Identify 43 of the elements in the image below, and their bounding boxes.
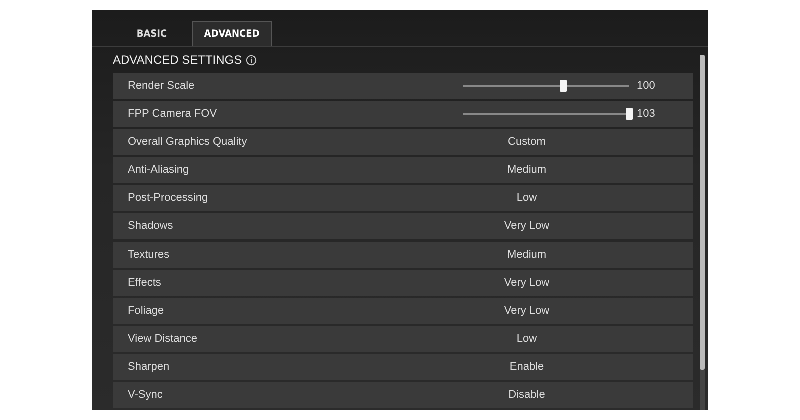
setting-row[interactable]: Shadows Very Low	[113, 213, 693, 240]
option-value[interactable]: Very Low	[504, 220, 550, 232]
setting-row[interactable]: FPP Camera FOV 103	[113, 101, 693, 128]
setting-row[interactable]: Foliage Very Low	[113, 298, 693, 324]
option-value[interactable]: Medium	[507, 248, 547, 261]
setting-row[interactable]: Sharpen Enable	[113, 354, 693, 380]
option-value[interactable]: Low	[516, 192, 538, 204]
setting-label: V-Sync	[128, 389, 164, 402]
option-value[interactable]: Medium	[507, 164, 547, 176]
slider-value: 103	[637, 108, 656, 120]
setting-label: Overall Graphics Quality	[128, 136, 248, 148]
setting-label: View Distance	[128, 332, 198, 345]
setting-row[interactable]: Post-Processing Low	[113, 185, 693, 212]
slider-thumb[interactable]	[626, 108, 633, 120]
setting-label: Effects	[128, 276, 162, 289]
setting-label: FPP Camera FOV	[128, 108, 218, 120]
setting-row[interactable]: Textures Medium	[113, 242, 693, 268]
setting-row[interactable]: View Distance Low	[113, 326, 693, 352]
tab[interactable]: ADVANCED	[192, 21, 272, 46]
tab[interactable]: BASIC	[112, 21, 192, 46]
section-title: ADVANCED SETTINGS	[113, 53, 242, 67]
setting-label: Sharpen	[128, 360, 171, 373]
option-value[interactable]: Enable	[510, 360, 544, 373]
option-value[interactable]: Low	[516, 332, 538, 345]
setting-label: Foliage	[128, 304, 166, 317]
setting-row[interactable]: V-Sync Disable	[113, 382, 693, 408]
setting-label: Shadows	[128, 220, 174, 232]
setting-label: Textures	[128, 248, 171, 261]
option-value[interactable]: Very Low	[504, 276, 550, 289]
slider-value: 100	[637, 80, 656, 92]
option-value[interactable]: Custom	[508, 136, 546, 148]
option-value[interactable]: Very Low	[504, 304, 550, 317]
option-value[interactable]: Disable	[508, 389, 546, 402]
setting-label: Anti-Aliasing	[128, 164, 190, 176]
slider[interactable]	[460, 108, 633, 120]
slider-thumb[interactable]	[560, 80, 567, 92]
setting-row[interactable]: Overall Graphics Quality Custom	[113, 129, 693, 156]
setting-label: Post-Processing	[128, 192, 210, 204]
info-icon[interactable]	[246, 54, 258, 66]
setting-label: Render Scale	[128, 80, 196, 92]
setting-row[interactable]: Render Scale 100	[113, 73, 693, 99]
setting-row[interactable]: Anti-Aliasing Medium	[113, 157, 693, 184]
setting-row[interactable]: Effects Very Low	[113, 270, 693, 296]
